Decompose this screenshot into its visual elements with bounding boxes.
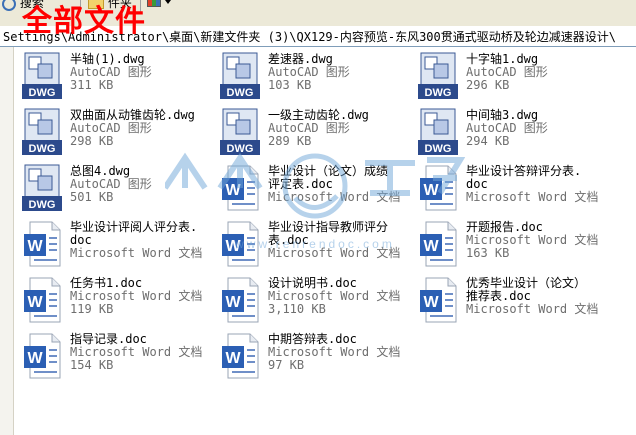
file-details: 半轴(1).dwg AutoCAD 图形 311 KB — [70, 53, 214, 92]
file-details: 毕业设计评阅人评分表. doc Microsoft Word 文档 — [70, 221, 214, 260]
file-name[interactable]: 优秀毕业设计（论文） 推荐表.doc — [466, 277, 610, 303]
file-item[interactable]: DWG 半轴(1).dwg AutoCAD 图形 311 KB — [18, 50, 214, 104]
file-size: 294 KB — [466, 134, 510, 148]
svg-text:W: W — [225, 238, 241, 255]
file-name[interactable]: 毕业设计（论文）成绩 评定表.doc — [268, 165, 412, 191]
file-details: 毕业设计答辩评分表. doc Microsoft Word 文档 — [466, 165, 610, 204]
left-pane-edge — [0, 47, 14, 435]
file-size: 289 KB — [268, 134, 312, 148]
file-item[interactable]: W 设计说明书.doc Microsoft Word 文档 3,110 KB — [216, 274, 412, 328]
file-size: 119 KB — [70, 302, 114, 316]
file-size: 3,110 KB — [268, 302, 326, 316]
file-type: Microsoft Word 文档 — [268, 246, 401, 260]
file-details: 差速器.dwg AutoCAD 图形 103 KB — [268, 53, 412, 92]
svg-text:DWG: DWG — [29, 143, 56, 155]
file-details: 中间轴3.dwg AutoCAD 图形 294 KB — [466, 109, 610, 148]
file-details: 总图4.dwg AutoCAD 图形 501 KB — [70, 165, 214, 204]
file-name[interactable]: 毕业设计指导教师评分 表.doc — [268, 221, 412, 247]
word-document-icon: W — [22, 220, 62, 268]
svg-text:W: W — [27, 294, 43, 311]
svg-text:DWG: DWG — [227, 87, 254, 99]
file-item[interactable]: W 任务书1.doc Microsoft Word 文档 119 KB — [18, 274, 214, 328]
svg-text:DWG: DWG — [425, 87, 452, 99]
file-details: 一级主动齿轮.dwg AutoCAD 图形 289 KB — [268, 109, 412, 148]
autocad-file-icon: DWG — [22, 108, 62, 156]
word-document-icon: W — [418, 164, 458, 212]
file-item[interactable]: W 指导记录.doc Microsoft Word 文档 154 KB — [18, 330, 214, 384]
views-button[interactable] — [147, 0, 171, 10]
svg-text:DWG: DWG — [227, 143, 254, 155]
file-item[interactable]: W 开题报告.doc Microsoft Word 文档 163 KB — [414, 218, 610, 272]
svg-text:W: W — [225, 294, 241, 311]
file-type: Microsoft Word 文档 — [466, 302, 599, 316]
autocad-file-icon: DWG — [418, 108, 458, 156]
file-details: 毕业设计（论文）成绩 评定表.doc Microsoft Word 文档 — [268, 165, 412, 204]
autocad-file-icon: DWG — [22, 164, 62, 212]
word-document-icon: W — [220, 276, 260, 324]
svg-text:W: W — [423, 182, 439, 199]
autocad-file-icon: DWG — [418, 52, 458, 100]
file-size: 501 KB — [70, 190, 114, 204]
file-item[interactable]: W 毕业设计（论文）成绩 评定表.doc Microsoft Word 文档 — [216, 162, 412, 216]
autocad-file-icon: DWG — [220, 52, 260, 100]
file-item[interactable]: W 中期答辩表.doc Microsoft Word 文档 97 KB — [216, 330, 412, 384]
word-document-icon: W — [220, 220, 260, 268]
file-details: 优秀毕业设计（论文） 推荐表.doc Microsoft Word 文档 — [466, 277, 610, 316]
file-details: 指导记录.doc Microsoft Word 文档 154 KB — [70, 333, 214, 372]
file-item[interactable]: W 毕业设计评阅人评分表. doc Microsoft Word 文档 — [18, 218, 214, 272]
svg-text:W: W — [27, 238, 43, 255]
autocad-file-icon: DWG — [22, 52, 62, 100]
file-details: 双曲面从动锥齿轮.dwg AutoCAD 图形 298 KB — [70, 109, 214, 148]
file-item[interactable]: DWG 差速器.dwg AutoCAD 图形 103 KB — [216, 50, 412, 104]
word-document-icon: W — [22, 332, 62, 380]
file-details: 中期答辩表.doc Microsoft Word 文档 97 KB — [268, 333, 412, 372]
chevron-down-icon — [164, 0, 171, 4]
file-name[interactable]: 毕业设计答辩评分表. doc — [466, 165, 610, 191]
svg-text:W: W — [225, 350, 241, 367]
file-item[interactable]: DWG 十字轴1.dwg AutoCAD 图形 296 KB — [414, 50, 610, 104]
file-item[interactable]: DWG 双曲面从动锥齿轮.dwg AutoCAD 图形 298 KB — [18, 106, 214, 160]
file-size: 296 KB — [466, 78, 510, 92]
file-item[interactable]: W 毕业设计指导教师评分 表.doc Microsoft Word 文档 — [216, 218, 412, 272]
svg-text:DWG: DWG — [29, 199, 56, 211]
file-name[interactable]: 毕业设计评阅人评分表. doc — [70, 221, 214, 247]
word-document-icon: W — [22, 276, 62, 324]
word-document-icon: W — [418, 276, 458, 324]
file-details: 任务书1.doc Microsoft Word 文档 119 KB — [70, 277, 214, 316]
svg-text:DWG: DWG — [425, 143, 452, 155]
file-size: 163 KB — [466, 246, 510, 260]
file-item[interactable]: W 优秀毕业设计（论文） 推荐表.doc Microsoft Word 文档 — [414, 274, 610, 328]
file-type: Microsoft Word 文档 — [70, 246, 203, 260]
file-item[interactable]: DWG 一级主动齿轮.dwg AutoCAD 图形 289 KB — [216, 106, 412, 160]
file-size: 298 KB — [70, 134, 114, 148]
file-details: 开题报告.doc Microsoft Word 文档 163 KB — [466, 221, 610, 260]
svg-text:DWG: DWG — [29, 87, 56, 99]
search-icon — [2, 0, 16, 11]
file-details: 十字轴1.dwg AutoCAD 图形 296 KB — [466, 53, 610, 92]
file-item[interactable]: DWG 中间轴3.dwg AutoCAD 图形 294 KB — [414, 106, 610, 160]
file-item[interactable]: DWG 总图4.dwg AutoCAD 图形 501 KB — [18, 162, 214, 216]
file-details: 毕业设计指导教师评分 表.doc Microsoft Word 文档 — [268, 221, 412, 260]
file-details: 设计说明书.doc Microsoft Word 文档 3,110 KB — [268, 277, 412, 316]
word-document-icon: W — [220, 332, 260, 380]
file-type: Microsoft Word 文档 — [466, 190, 599, 204]
file-size: 97 KB — [268, 358, 305, 372]
word-document-icon: W — [220, 164, 260, 212]
file-size: 154 KB — [70, 358, 114, 372]
file-type: Microsoft Word 文档 — [268, 190, 401, 204]
file-item[interactable]: W 毕业设计答辩评分表. doc Microsoft Word 文档 — [414, 162, 610, 216]
file-grid: DWG 半轴(1).dwg AutoCAD 图形 311 KB DWG 差速器.dwg Au… — [18, 50, 636, 435]
autocad-file-icon: DWG — [220, 108, 260, 156]
overlay-title: 全部文件 — [22, 4, 146, 39]
svg-text:W: W — [225, 182, 241, 199]
file-size: 311 KB — [70, 78, 114, 92]
views-icon — [147, 0, 161, 7]
file-size: 103 KB — [268, 78, 312, 92]
word-document-icon: W — [418, 220, 458, 268]
svg-text:W: W — [27, 350, 43, 367]
svg-text:W: W — [423, 238, 439, 255]
svg-text:W: W — [423, 294, 439, 311]
